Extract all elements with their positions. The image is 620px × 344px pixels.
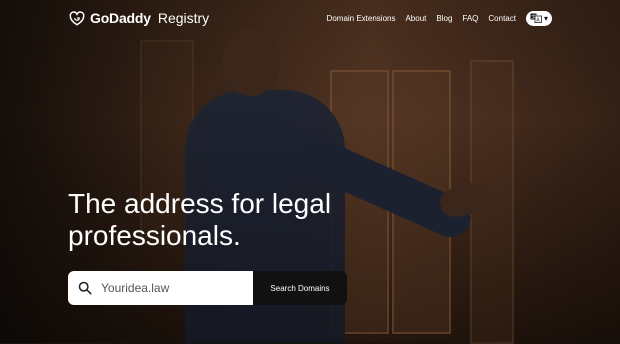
language-selector[interactable]: 文 A ▾ xyxy=(525,10,552,26)
nav-link-blog[interactable]: Blog xyxy=(436,14,452,23)
brand-logo[interactable]: GoDaddy Registry xyxy=(68,8,209,28)
godaddy-logo-icon xyxy=(69,11,85,26)
brand-sub: Registry xyxy=(157,10,210,26)
main-nav: Domain Extensions About Blog FAQ Contact… xyxy=(327,10,620,26)
nav-link-faq[interactable]: FAQ xyxy=(462,14,478,23)
domain-search-form: Search Domains xyxy=(68,271,347,305)
translate-icon: 文 A xyxy=(530,13,542,23)
hero-headline-line-1: The address for legal xyxy=(68,188,332,219)
svg-text:A: A xyxy=(536,18,540,23)
search-domains-button[interactable]: Search Domains xyxy=(253,271,347,305)
nav-link-contact[interactable]: Contact xyxy=(488,14,516,23)
hero-headline: The address for legal professionals. xyxy=(68,188,368,252)
nav-link-about[interactable]: About xyxy=(405,14,426,23)
domain-search-input[interactable] xyxy=(101,273,241,303)
brand-name: GoDaddy xyxy=(90,10,151,26)
chevron-down-icon: ▾ xyxy=(543,13,548,23)
nav-link-domain-extensions[interactable]: Domain Extensions xyxy=(327,14,396,23)
hero-person-head xyxy=(222,28,280,96)
hero-headline-line-2: professionals. xyxy=(68,220,241,251)
search-field-wrapper xyxy=(68,271,253,305)
search-icon xyxy=(78,281,92,295)
